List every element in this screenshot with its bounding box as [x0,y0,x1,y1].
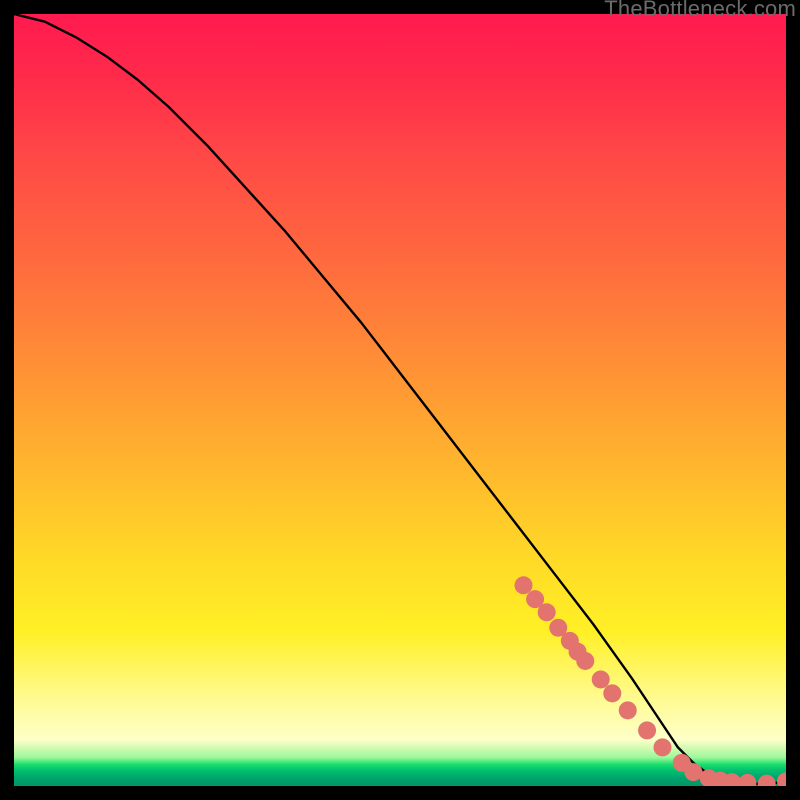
scatter-dot [638,721,656,739]
scatter-dot [576,652,594,670]
scatter-dot [738,774,756,786]
plot-area [14,14,786,786]
scatter-dot [619,701,637,719]
curve-line [14,14,786,784]
scatter-dot [538,603,556,621]
chart-svg [14,14,786,786]
scatter-dot [777,772,786,786]
scatter-dots [515,576,786,786]
chart-stage: TheBottleneck.com [0,0,800,800]
watermark-text: TheBottleneck.com [604,0,796,22]
scatter-dot [515,576,533,594]
scatter-dot [653,738,671,756]
scatter-dot [603,684,621,702]
scatter-dot [758,775,776,786]
scatter-dot [684,763,702,781]
scatter-dot [592,670,610,688]
